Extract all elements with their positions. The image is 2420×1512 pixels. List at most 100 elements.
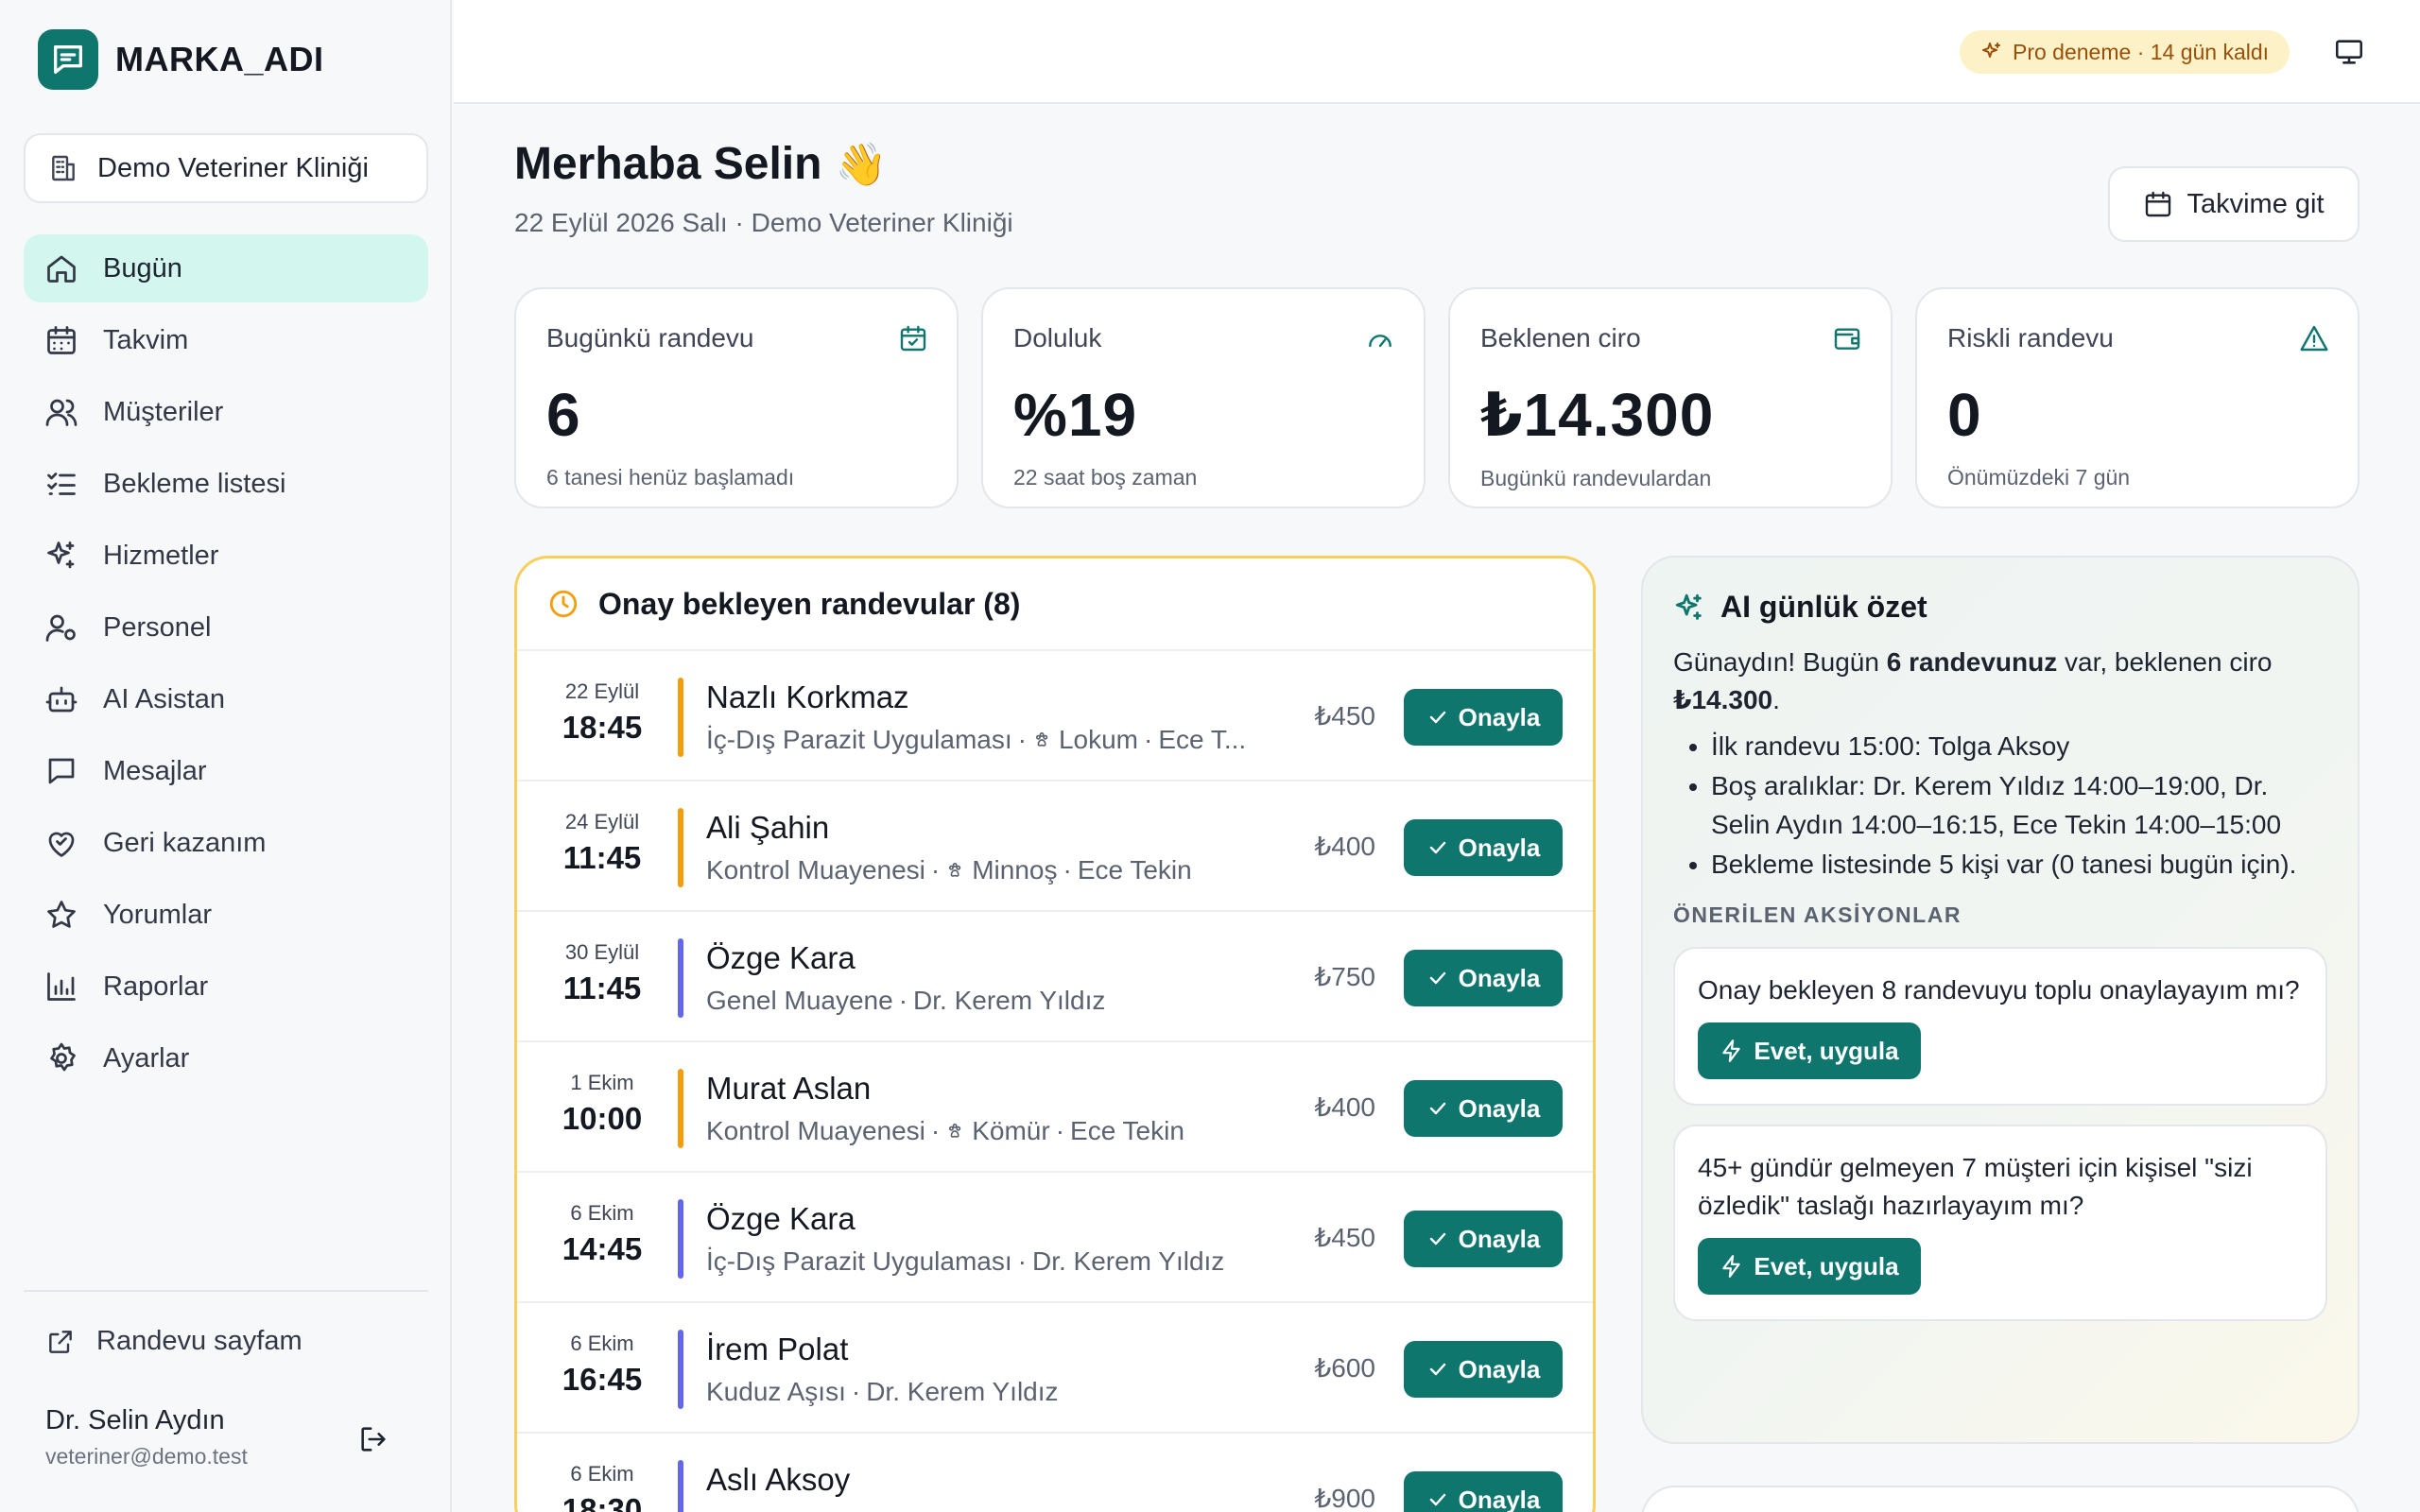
check-icon (1429, 1102, 1445, 1115)
lightning-icon (1722, 1255, 1741, 1278)
intro-text: var, beklenen ciro (2057, 647, 2273, 677)
appointment-row[interactable]: 30 Eylül 11:45 Özge Kara Genel Muayene · Dr. … (517, 912, 1593, 1042)
warning-icon (2300, 325, 2328, 352)
external-link-icon (49, 1330, 72, 1353)
apply-action-button[interactable]: Evet, uygula (1698, 1022, 1921, 1079)
appointment-date: 6 Ekim (570, 1332, 634, 1355)
calendar-check-icon (900, 325, 926, 352)
sidebar-divider (24, 1290, 428, 1292)
appointment-pet: Kömür (972, 1116, 1050, 1145)
clinic-name: Demo Veteriner Kliniği (97, 152, 369, 183)
nav-label: AI Asistan (103, 683, 225, 714)
appointment-row[interactable]: 6 Ekim 16:45 İrem Polat Kuduz Aşısı · Dr. Ker… (517, 1303, 1593, 1434)
appointment-row[interactable]: 6 Ekim 14:45 Özge Kara İç-Dış Parazit Uygul… (517, 1173, 1593, 1303)
appointment-price: ₺400 (1314, 1092, 1375, 1122)
nav-item-musteriler[interactable]: Müşteriler (24, 378, 428, 446)
stat-card-revenue: Beklenen ciro ₺14.300 Bugünkü randevular… (1448, 287, 1893, 508)
approve-button[interactable]: Onayla (1404, 1471, 1563, 1512)
appointment-row[interactable]: 6 Ekim 18:30 Aslı Aksoy Kontrol Muayenesi · D… (517, 1434, 1593, 1512)
appointment-row[interactable]: 24 Eylül 11:45 Ali Şahin Kontrol Muayenesi ·… (517, 782, 1593, 912)
appointment-service: Kontrol Muayenesi (706, 1116, 925, 1145)
logout-button[interactable] (357, 1423, 389, 1455)
appointment-price: ₺450 (1314, 701, 1375, 730)
approve-label: Onayla (1458, 833, 1541, 862)
stat-sub: Önümüzdeki 7 gün (1947, 465, 2131, 490)
check-icon (1429, 1363, 1445, 1376)
nav-item-yorumlar[interactable]: Yorumlar (24, 881, 428, 949)
approve-button[interactable]: Onayla (1404, 1080, 1563, 1137)
staff-color-bar (678, 1199, 683, 1279)
approve-button[interactable]: Onayla (1404, 689, 1563, 746)
ai-summary-header: AI günlük özet (1673, 590, 2327, 625)
nav-item-ayarlar[interactable]: Ayarlar (24, 1024, 428, 1092)
nav-item-mesajlar[interactable]: Mesajlar (24, 737, 428, 805)
ai-summary-bullets: İlk randevu 15:00: Tolga Aksoy Boş aralı… (1673, 727, 2327, 884)
nav-item-takvim[interactable]: Takvim (24, 306, 428, 374)
appointment-time: 10:00 (562, 1101, 643, 1136)
appointment-time: 18:30 (562, 1492, 643, 1512)
appointment-staff: Dr. Kerem Yıldız (1031, 1246, 1225, 1276)
ai-bullet: Bekleme listesinde 5 kişi var (0 tanesi … (1711, 845, 2327, 884)
separator: · (930, 1116, 941, 1145)
stat-label: Beklenen ciro (1480, 323, 1641, 352)
appointment-row[interactable]: 22 Eylül 18:45 Nazlı Korkmaz İç-Dış Parazit… (517, 651, 1593, 782)
user-name: Dr. Selin Aydın (45, 1405, 225, 1435)
go-to-calendar-label: Takvime git (2187, 188, 2325, 219)
apply-action-label: Evet, uygula (1754, 1036, 1899, 1065)
stat-sub: 22 saat boş zaman (1013, 465, 1198, 490)
appointment-time: 11:45 (562, 840, 642, 875)
home-icon (47, 255, 76, 283)
user-profile: Dr. Selin Aydın veteriner@demo.test (45, 1405, 248, 1469)
nav-item-bekleme-listesi[interactable]: Bekleme listesi (24, 450, 428, 518)
stat-card-risky: Riskli randevu 0 Önümüzdeki 7 gün (1915, 287, 2360, 508)
brand[interactable]: MARKA_ADI (38, 29, 324, 90)
ai-bullet: Boş aralıklar: Dr. Kerem Yıldız 14:00–19… (1711, 766, 2327, 844)
separator: · (898, 986, 908, 1015)
list-check-icon (47, 472, 76, 495)
check-icon (1429, 841, 1445, 854)
nav-item-hizmetler[interactable]: Hizmetler (24, 522, 428, 590)
nav-label: Müşteriler (103, 396, 224, 427)
appointment-date: 6 Ekim (570, 1201, 634, 1225)
nav-label: Raporlar (103, 971, 209, 1002)
appointment-pet: Lokum (1058, 725, 1139, 754)
ai-bullet: İlk randevu 15:00: Tolga Aksoy (1711, 727, 2327, 765)
apply-action-button[interactable]: Evet, uygula (1698, 1238, 1921, 1295)
approve-button[interactable]: Onayla (1404, 1341, 1563, 1398)
nav-label: Hizmetler (103, 540, 219, 571)
staff-color-bar (678, 1069, 683, 1148)
nav-item-ai-asistan[interactable]: AI Asistan (24, 665, 428, 733)
approve-button[interactable]: Onayla (1404, 1211, 1563, 1267)
nav-item-raporlar[interactable]: Raporlar (24, 953, 428, 1021)
pending-list: 22 Eylül 18:45 Nazlı Korkmaz İç-Dış Parazit… (517, 651, 1593, 1512)
trial-badge-text: Pro deneme · 14 gün kaldı (2013, 39, 2270, 64)
logout-icon (361, 1427, 386, 1452)
stat-value: %19 (1013, 381, 1138, 449)
main-nav: Bugün Takvim Müşteriler Bekleme listesi … (24, 234, 428, 1096)
nav-item-personel[interactable]: Personel (24, 593, 428, 662)
approve-button[interactable]: Onayla (1404, 950, 1563, 1006)
appointment-service: İç-Dış Parazit Uygulaması (706, 1246, 1012, 1276)
appointment-details: İç-Dış Parazit Uygulaması · Lokum · Ece T... (706, 725, 1246, 755)
staff-color-bar (678, 938, 683, 1018)
appointment-date: 30 Eylül (564, 940, 640, 964)
separator: · (1055, 1116, 1065, 1145)
display-mode-button[interactable] (2333, 36, 2365, 68)
appointment-row[interactable]: 1 Ekim 10:00 Murat Aslan Kontrol Muayenesi ·… (517, 1042, 1593, 1173)
page-title: Merhaba Selin 👋 (514, 138, 887, 190)
booking-page-link[interactable]: Randevu sayfam (45, 1326, 302, 1357)
approve-button[interactable]: Onayla (1404, 819, 1563, 876)
appointment-time: 11:45 (562, 971, 642, 1005)
go-to-calendar-button[interactable]: Takvime git (2108, 166, 2360, 242)
nav-item-bugun[interactable]: Bugün (24, 234, 428, 302)
nav-item-geri-kazanim[interactable]: Geri kazanım (24, 809, 428, 877)
clock-icon (549, 590, 578, 618)
brand-name: MARKA_ADI (115, 40, 324, 78)
appointment-details: Kontrol Muayenesi · Dr. Kerem Yıldız (706, 1507, 1138, 1512)
separator: · (1017, 725, 1027, 754)
clinic-selector[interactable]: Demo Veteriner Kliniği (24, 133, 428, 203)
trial-badge[interactable]: Pro deneme · 14 gün kaldı (1960, 30, 2290, 74)
lightning-icon (1722, 1040, 1741, 1062)
wallet-icon (1834, 328, 1860, 350)
topbar: Pro deneme · 14 gün kaldı (454, 0, 2420, 104)
